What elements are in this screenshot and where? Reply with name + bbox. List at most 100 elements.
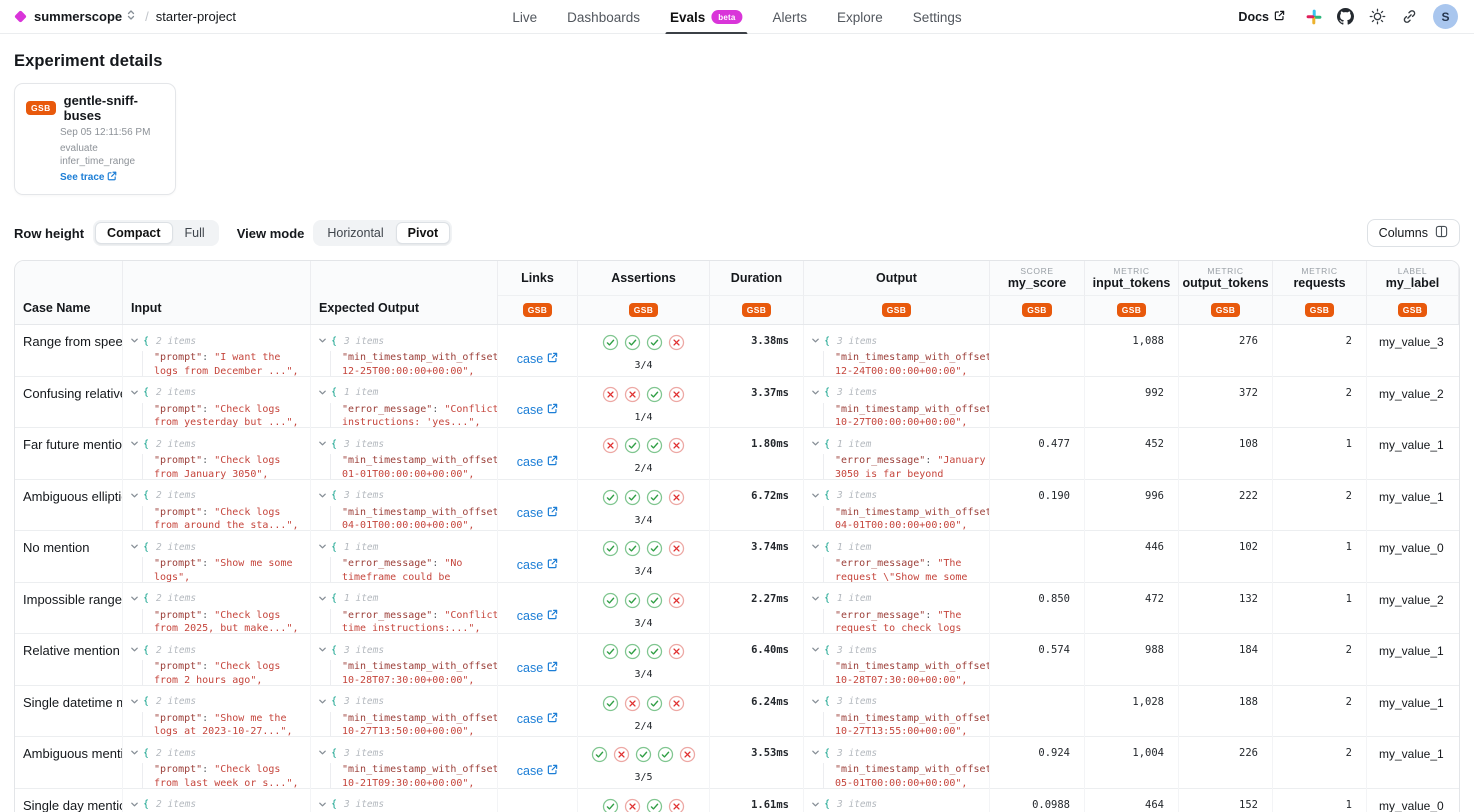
- case-trace-link[interactable]: case: [511, 599, 564, 635]
- segment-compact[interactable]: Compact: [95, 222, 172, 244]
- assertion-pass-icon: [602, 334, 619, 356]
- avatar[interactable]: S: [1433, 4, 1458, 29]
- assertions-cell: 1/4: [578, 377, 710, 429]
- assertion-pass-icon: [602, 489, 619, 511]
- updown-chevron-icon: [126, 9, 136, 24]
- collapse-toggle-icon[interactable]: [811, 384, 820, 402]
- case-trace-link[interactable]: case: [511, 702, 564, 738]
- case-trace-link[interactable]: case: [511, 547, 564, 583]
- collapse-toggle-icon[interactable]: [811, 332, 820, 350]
- slack-icon[interactable]: [1306, 9, 1322, 25]
- json-item-count: 3 items: [837, 696, 877, 707]
- column-name: Output: [876, 271, 917, 285]
- collapse-toggle-icon[interactable]: [318, 796, 327, 812]
- collapse-toggle-icon[interactable]: [318, 744, 327, 762]
- assertion-icons: [602, 592, 685, 614]
- org-switcher[interactable]: summerscope: [32, 9, 138, 24]
- case-trace-link[interactable]: case: [511, 341, 564, 377]
- docs-label: Docs: [1238, 10, 1269, 24]
- collapse-toggle-icon[interactable]: [811, 693, 820, 711]
- collapse-toggle-icon[interactable]: [318, 693, 327, 711]
- json-preview-head: {3 items: [318, 435, 493, 453]
- nav-item-dashboards[interactable]: Dashboards: [556, 0, 651, 34]
- collapse-toggle-icon[interactable]: [318, 538, 327, 556]
- collapse-toggle-icon[interactable]: [130, 744, 139, 762]
- run-badge: GSB: [1305, 303, 1335, 318]
- collapse-toggle-icon[interactable]: [130, 590, 139, 608]
- project-name[interactable]: starter-project: [156, 9, 236, 24]
- nav-item-evals[interactable]: Evalsbeta: [659, 0, 754, 34]
- case-trace-link[interactable]: case: [511, 753, 564, 789]
- collapse-toggle-icon[interactable]: [130, 693, 139, 711]
- segment-full[interactable]: Full: [173, 222, 217, 244]
- output-cell: {1 item"error_message": "Therequest \"Sh…: [804, 531, 990, 583]
- column-name: Assertions: [611, 271, 676, 285]
- json-preview-body: "min_timestamp_with_offset"10-27T13:50:0…: [330, 712, 493, 738]
- output-tokens-cell: 108: [1179, 428, 1273, 480]
- links-cell: case: [498, 480, 578, 532]
- collapse-toggle-icon[interactable]: [811, 744, 820, 762]
- collapse-toggle-icon[interactable]: [130, 487, 139, 505]
- collapse-toggle-icon[interactable]: [130, 538, 139, 556]
- collapse-toggle-icon[interactable]: [130, 332, 139, 350]
- column-name: Links: [521, 271, 554, 285]
- input-tokens-cell: 992: [1085, 377, 1179, 429]
- theme-toggle-icon[interactable]: [1369, 8, 1386, 25]
- json-open-brace: {: [331, 490, 337, 501]
- column-run-badge-cell: GSB: [1179, 295, 1273, 324]
- json-preview-body: "min_timestamp_with_offset"04-01T00:00:0…: [330, 506, 493, 532]
- collapse-toggle-icon[interactable]: [130, 641, 139, 659]
- case-trace-link[interactable]: case: [511, 496, 564, 532]
- collapse-toggle-icon[interactable]: [318, 487, 327, 505]
- json-key: "min_timestamp_with_offset": [835, 352, 990, 363]
- github-icon[interactable]: [1337, 8, 1354, 25]
- case-trace-link[interactable]: case: [511, 805, 564, 812]
- collapse-toggle-icon[interactable]: [130, 435, 139, 453]
- docs-link[interactable]: Docs: [1232, 9, 1291, 25]
- case-link-label: case: [517, 506, 543, 520]
- output-tokens-cell: 188: [1179, 686, 1273, 738]
- assertion-pass-icon: [646, 695, 663, 717]
- nav-item-live[interactable]: Live: [501, 0, 548, 34]
- nav-item-settings[interactable]: Settings: [902, 0, 973, 34]
- case-trace-link[interactable]: case: [511, 650, 564, 686]
- collapse-toggle-icon[interactable]: [811, 796, 820, 812]
- json-open-brace: {: [331, 593, 337, 604]
- segment-pivot[interactable]: Pivot: [396, 222, 451, 244]
- my-score-cell: [990, 325, 1085, 377]
- collapse-toggle-icon[interactable]: [811, 641, 820, 659]
- case-trace-link[interactable]: case: [511, 444, 564, 480]
- my-label-cell: my_value_1: [1367, 480, 1459, 532]
- columns-button[interactable]: Columns: [1367, 219, 1460, 247]
- json-value: logs at 2023-10-27...",: [154, 726, 292, 737]
- json-colon: :: [432, 404, 444, 415]
- external-link-icon: [547, 661, 558, 675]
- nav-item-explore[interactable]: Explore: [826, 0, 894, 34]
- assertion-score: 3/4: [634, 515, 652, 526]
- case-trace-link[interactable]: case: [511, 393, 564, 429]
- collapse-toggle-icon[interactable]: [318, 435, 327, 453]
- collapse-toggle-icon[interactable]: [811, 487, 820, 505]
- column-run-badge-cell: GSB: [710, 295, 804, 324]
- segment-horizontal[interactable]: Horizontal: [315, 222, 395, 244]
- assertion-score: 1/4: [634, 412, 652, 423]
- collapse-toggle-icon[interactable]: [318, 590, 327, 608]
- collapse-toggle-icon[interactable]: [318, 332, 327, 350]
- share-link-icon[interactable]: [1401, 8, 1418, 25]
- collapse-toggle-icon[interactable]: [318, 384, 327, 402]
- collapse-toggle-icon[interactable]: [811, 538, 820, 556]
- requests-cell: 1: [1273, 789, 1367, 812]
- expected-output-cell: {3 items"min_timestamp_with_offset"05-08…: [311, 789, 498, 812]
- json-preview-body: "min_timestamp_with_offset"10-27T00:00:0…: [823, 403, 985, 429]
- collapse-toggle-icon[interactable]: [811, 590, 820, 608]
- json-preview-head: {3 items: [318, 693, 493, 711]
- table-row: No mention{2 items"prompt": "Show me som…: [15, 531, 1459, 583]
- collapse-toggle-icon[interactable]: [811, 435, 820, 453]
- collapse-toggle-icon[interactable]: [130, 796, 139, 812]
- collapse-toggle-icon[interactable]: [130, 384, 139, 402]
- assertion-score: 3/4: [634, 566, 652, 577]
- json-key: "error_message": [835, 558, 925, 569]
- nav-item-alerts[interactable]: Alerts: [762, 0, 819, 34]
- see-trace-link[interactable]: See trace: [60, 171, 117, 184]
- collapse-toggle-icon[interactable]: [318, 641, 327, 659]
